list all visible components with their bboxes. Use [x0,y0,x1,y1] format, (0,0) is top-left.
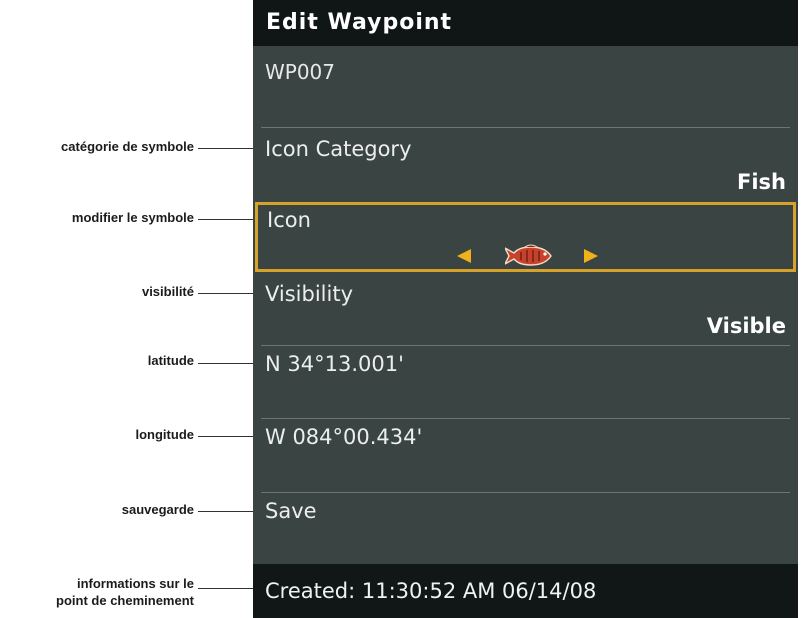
waypoint-info-bar: Created: 11:30:52 AM 06/14/08 [253,564,798,618]
annotation-waypoint-info: informations sur le point de cheminement [56,575,194,609]
icon-label: Icon [267,208,311,232]
divider [261,127,790,128]
arrow-left-icon[interactable] [457,249,471,263]
leader-line [198,511,260,512]
annotation-save: sauvegarde [121,502,194,517]
annotation-longitude: longitude [135,427,195,442]
annotation-visibility: visibilité [141,284,194,299]
arrow-right-icon[interactable] [584,249,598,263]
leader-line [198,436,260,437]
leader-line [198,588,260,589]
icon-category-value[interactable]: Fish [737,170,786,194]
fish-icon [505,244,552,266]
leader-line [198,148,260,149]
annotation-waypoint-info-line1: informations sur le [76,576,194,591]
leader-line [198,219,260,220]
screen-title: Edit Waypoint [253,0,798,46]
visibility-value[interactable]: Visible [707,314,786,338]
visibility-label[interactable]: Visibility [265,282,353,306]
leader-line [198,293,260,294]
divider [261,345,790,346]
longitude-field[interactable]: W 084°00.434' [265,425,422,449]
waypoint-name-field[interactable]: WP007 [265,60,335,84]
leader-line [198,363,260,364]
icon-category-label[interactable]: Icon Category [265,137,412,161]
icon-selector[interactable]: Icon [255,202,796,272]
latitude-field[interactable]: N 34°13.001' [265,352,404,376]
annotation-latitude: latitude [147,353,194,368]
edit-waypoint-screen: Edit Waypoint WP007 Icon Category Fish I… [253,0,798,618]
divider [261,492,790,493]
annotation-icon: modifier le symbole [71,210,194,225]
annotation-icon-category: catégorie de symbole [61,139,194,154]
divider [261,418,790,419]
save-button[interactable]: Save [265,499,317,523]
annotation-waypoint-info-line2: point de cheminement [56,593,194,608]
